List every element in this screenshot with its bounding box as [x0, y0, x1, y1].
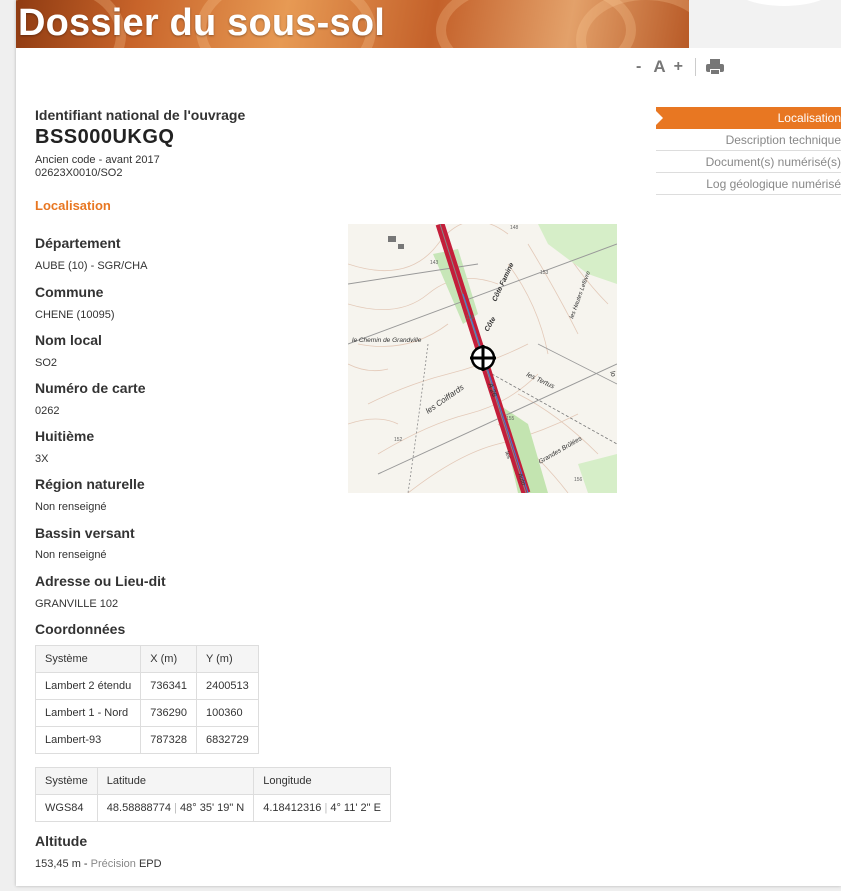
latitude-cell: 48.58888774 | 48° 35' 19" N	[96, 794, 255, 822]
nav-item-description-technique[interactable]: Description technique	[656, 129, 841, 151]
map-elevation-label: 156	[574, 477, 583, 483]
side-navigation: Localisation Description technique Docum…	[656, 107, 841, 195]
field-value-bassin-versant: Non renseigné	[35, 549, 107, 561]
field-label-nom-local: Nom local	[35, 332, 102, 348]
map-elevation-label: 143	[430, 260, 439, 266]
table-header-row: Système Latitude Longitude	[35, 767, 391, 795]
table-header-cell: X (m)	[140, 645, 197, 673]
table-cell: 6832729	[195, 726, 259, 754]
field-value-departement: AUBE (10) - SGR/CHA	[35, 260, 148, 272]
wgs84-coordinates-table: Système Latitude Longitude WGS84 48.5888…	[35, 767, 391, 822]
field-label-adresse: Adresse ou Lieu-dit	[35, 573, 166, 589]
table-cell: 736341	[140, 672, 197, 700]
table-cell: 787328	[140, 726, 197, 754]
table-row: Lambert 1 - Nord 736290 100360	[34, 699, 259, 727]
field-label-altitude: Altitude	[35, 833, 88, 849]
field-value-altitude: 153,45 m - Précision EPD	[35, 858, 162, 870]
longitude-decimal: 4.18412316	[263, 802, 322, 814]
table-header-cell: Système	[35, 767, 98, 795]
map-elevation-label: 155	[506, 416, 515, 422]
altitude-value: 153,45 m	[35, 858, 81, 870]
field-value-nom-local: SO2	[35, 357, 58, 369]
map-elevation-label: 148	[466, 315, 475, 321]
table-cell: 100360	[195, 699, 259, 727]
old-code-label: Ancien code - avant 2017	[35, 154, 160, 166]
field-value-region-naturelle: Non renseigné	[35, 501, 107, 513]
table-header-cell: Longitude	[253, 767, 391, 795]
field-label-numero-carte: Numéro de carte	[35, 380, 146, 396]
precision-label: Précision	[90, 858, 136, 870]
map-elevation-label: 152	[394, 437, 403, 443]
field-label-bassin-versant: Bassin versant	[35, 525, 135, 541]
map-elevation-label: 153	[540, 270, 549, 276]
increase-font-button[interactable]: +	[674, 58, 683, 76]
separator: |	[174, 802, 177, 814]
field-label-huitieme: Huitième	[35, 428, 95, 444]
field-value-adresse: GRANVILLE 102	[35, 598, 119, 610]
latitude-dms: 48° 35' 19" N	[180, 802, 245, 814]
nav-item-documents-numerises[interactable]: Document(s) numérisé(s)	[656, 151, 841, 173]
table-header-cell: Système	[34, 645, 142, 673]
table-header-row: Système X (m) Y (m)	[34, 645, 259, 673]
table-cell: Lambert-93	[34, 726, 142, 754]
field-value-commune: CHENE (10095)	[35, 309, 115, 321]
topographic-map-svg: Côte Famine Côte le Chemin de Grandville…	[348, 224, 617, 493]
table-row: Lambert-93 787328 6832729	[34, 726, 259, 754]
page-title: Dossier du sous-sol	[18, 2, 385, 44]
main-content: Identifiant national de l'ouvrage BSS000…	[34, 107, 625, 870]
toolbar-divider	[694, 58, 696, 76]
table-cell: Lambert 2 étendu	[34, 672, 142, 700]
table-row: WGS84 48.58888774 | 48° 35' 19" N 4.1841…	[35, 794, 391, 822]
precision-value: EPD	[138, 858, 162, 870]
table-cell: 2400513	[195, 672, 259, 700]
nav-item-localisation[interactable]: Localisation	[656, 107, 841, 129]
bss-code: BSS000UKGQ	[35, 126, 175, 148]
longitude-cell: 4.18412316 | 4° 11' 2" E	[253, 794, 391, 822]
latitude-decimal: 48.58888774	[106, 802, 172, 814]
printer-icon[interactable]	[705, 59, 724, 75]
map-label-chemin: le Chemin de Grandville	[352, 337, 422, 344]
table-header-cell: Y (m)	[195, 645, 259, 673]
font-size-icon: A	[653, 57, 666, 76]
field-label-departement: Département	[35, 235, 121, 251]
table-cell: WGS84	[35, 794, 98, 822]
field-value-huitieme: 3X	[35, 453, 49, 465]
separator: |	[324, 802, 328, 814]
id-label: Identifiant national de l'ouvrage	[35, 107, 246, 123]
altitude-dash: -	[80, 858, 91, 870]
decrease-font-button[interactable]: -	[636, 58, 641, 76]
table-row: Lambert 2 étendu 736341 2400513	[34, 672, 259, 700]
old-code-value: 02623X0010/SO2	[35, 167, 123, 179]
table-header-cell: Latitude	[96, 767, 255, 795]
toolbar: - A +	[636, 57, 724, 77]
field-label-coordonnees: Coordonnées	[35, 621, 126, 637]
field-label-region-naturelle: Région naturelle	[35, 476, 145, 492]
location-map[interactable]: Côte Famine Côte le Chemin de Grandville…	[348, 224, 617, 493]
field-label-commune: Commune	[35, 284, 104, 300]
field-value-numero-carte: 0262	[35, 405, 60, 417]
nav-item-log-geologique[interactable]: Log géologique numérisé	[656, 173, 841, 195]
section-localisation-title: Localisation	[35, 198, 111, 213]
longitude-dms: 4° 11' 2" E	[330, 802, 381, 814]
lambert-coordinates-table: Système X (m) Y (m) Lambert 2 étendu 736…	[34, 645, 259, 754]
header-banner-right	[689, 0, 841, 48]
table-cell: Lambert 1 - Nord	[34, 699, 142, 727]
table-cell: 736290	[140, 699, 197, 727]
map-elevation-label: 148	[510, 225, 519, 231]
